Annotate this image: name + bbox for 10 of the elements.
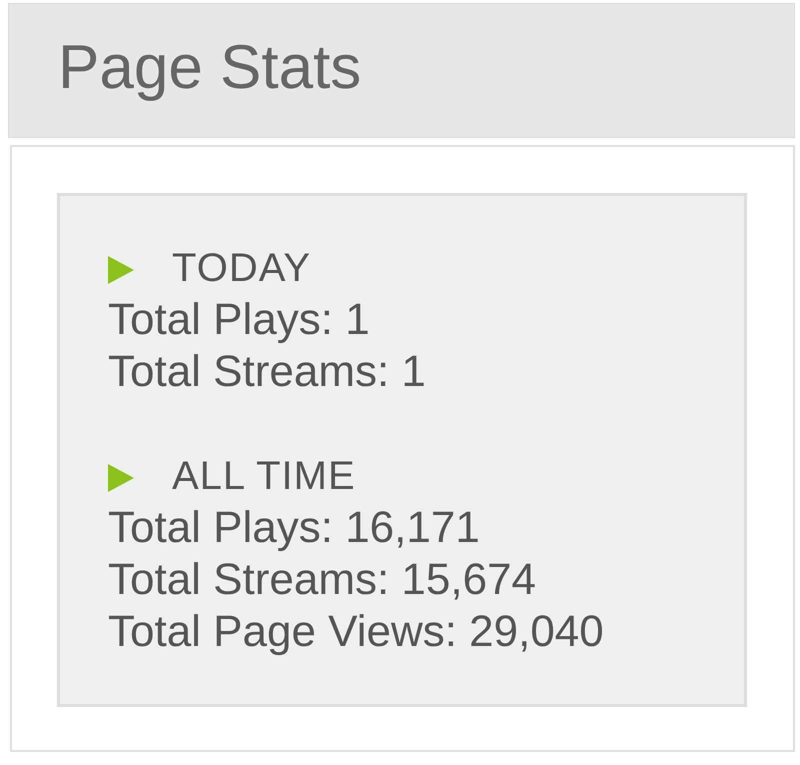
- stat-line: Total Plays: 16,171: [108, 502, 480, 554]
- triangle-bullet-icon: [108, 256, 134, 284]
- stat-line: Total Plays: 1: [108, 294, 370, 346]
- section-heading: TODAY: [172, 245, 312, 292]
- stat-line: Total Page Views: 29,040: [108, 606, 604, 658]
- triangle-bullet-icon: [108, 464, 134, 492]
- stat-line: Total Streams: 1: [108, 346, 426, 398]
- stat-line: Total Streams: 15,674: [108, 554, 536, 606]
- panel-title: Page Stats: [58, 36, 362, 104]
- section-heading: ALL TIME: [172, 453, 356, 500]
